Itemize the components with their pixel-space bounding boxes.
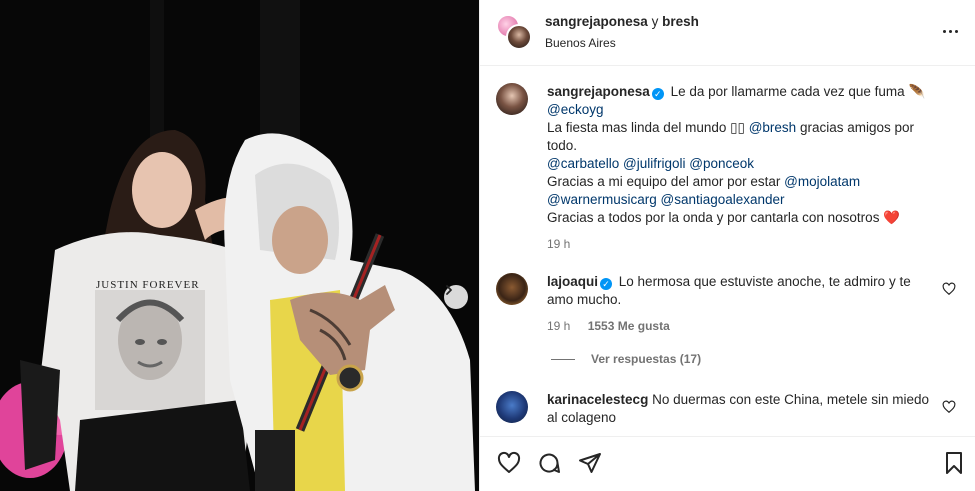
view-replies-label: Ver respuestas (17) xyxy=(591,352,702,366)
comment-username[interactable]: karinacelestecg xyxy=(547,392,648,407)
mention-link[interactable]: @julifrigoli xyxy=(623,156,685,171)
photo-illustration: JUSTIN FOREVER xyxy=(0,0,479,491)
author-username[interactable]: bresh xyxy=(662,14,699,29)
share-icon[interactable] xyxy=(578,451,602,475)
post-photo[interactable]: JUSTIN FOREVER xyxy=(0,0,479,491)
red-heart-emoji: ❤️ xyxy=(883,210,901,225)
collab-avatars[interactable] xyxy=(496,14,532,50)
header-text: sangrejaponesa y bresh Buenos Aires xyxy=(545,14,699,50)
comment-time[interactable]: 19 h xyxy=(547,319,570,333)
avatar[interactable] xyxy=(506,24,532,50)
shirt-print-text: JUSTIN FOREVER xyxy=(96,279,200,291)
comment-meta: 19 h 1553 Me gusta xyxy=(547,317,937,335)
mention-link[interactable]: @mojolatam xyxy=(784,174,860,189)
caption-text: sangrejaponesa ✓ Le da por llamarme cada … xyxy=(547,83,947,253)
comment-text: lajoaqui ✓ Lo hermosa que estuviste anoch… xyxy=(547,273,937,335)
action-bar xyxy=(480,436,975,491)
mention-link[interactable]: @bresh xyxy=(749,120,796,135)
mention-link[interactable]: @eckoyg xyxy=(547,102,603,117)
avatar[interactable] xyxy=(496,273,528,305)
view-replies-button[interactable]: Ver respuestas (17) xyxy=(551,352,701,366)
heart-icon[interactable] xyxy=(942,400,956,414)
post-authors: sangrejaponesa y bresh xyxy=(545,14,699,29)
verified-icon: ✓ xyxy=(651,88,664,100)
comment-text: karinacelestecg No duermas con este Chin… xyxy=(547,391,937,427)
save-icon[interactable] xyxy=(942,451,966,475)
comment-likes[interactable]: 1553 Me gusta xyxy=(588,319,670,333)
heart-icon[interactable] xyxy=(942,282,956,296)
comment-icon[interactable] xyxy=(537,451,561,475)
caption-line: Gracias a mi equipo del amor por estar xyxy=(547,174,781,189)
caption-meta: 19 h xyxy=(547,235,947,253)
mention-link[interactable]: @warnermusicarg xyxy=(547,192,657,207)
feather-emoji: 🪶 xyxy=(908,84,926,99)
verified-icon: ✓ xyxy=(600,278,613,290)
more-icon[interactable] xyxy=(938,22,962,40)
instagram-post: JUSTIN FOREVER sangrejaponesa y bresh Bu… xyxy=(0,0,975,491)
heart-icon[interactable] xyxy=(497,451,521,475)
chevron-right-icon xyxy=(446,285,452,295)
mention-link[interactable]: @ponceok xyxy=(689,156,754,171)
caption-username[interactable]: sangrejaponesa xyxy=(547,84,650,99)
comments-list[interactable]: sangrejaponesa ✓ Le da por llamarme cada … xyxy=(480,67,975,435)
avatar[interactable] xyxy=(496,83,528,115)
caption-line: Le da por llamarme cada vez que fuma xyxy=(670,84,905,99)
avatar[interactable] xyxy=(496,391,528,423)
caption-line: Gracias a todos por la onda y por cantar… xyxy=(547,210,880,225)
next-photo-button[interactable] xyxy=(444,285,468,309)
comment-username[interactable]: lajoaqui xyxy=(547,274,598,289)
post-location[interactable]: Buenos Aires xyxy=(545,36,699,50)
post-side-panel: sangrejaponesa y bresh Buenos Aires sang… xyxy=(479,0,975,491)
caption-time[interactable]: 19 h xyxy=(547,237,570,251)
mention-link[interactable]: @carbatello xyxy=(547,156,619,171)
author-username[interactable]: sangrejaponesa xyxy=(545,14,648,29)
author-joiner: y xyxy=(651,14,659,29)
post-header: sangrejaponesa y bresh Buenos Aires xyxy=(480,0,975,66)
mention-link[interactable]: @santiagoalexander xyxy=(661,192,785,207)
caption-line: La fiesta mas linda del mundo xyxy=(547,120,727,135)
